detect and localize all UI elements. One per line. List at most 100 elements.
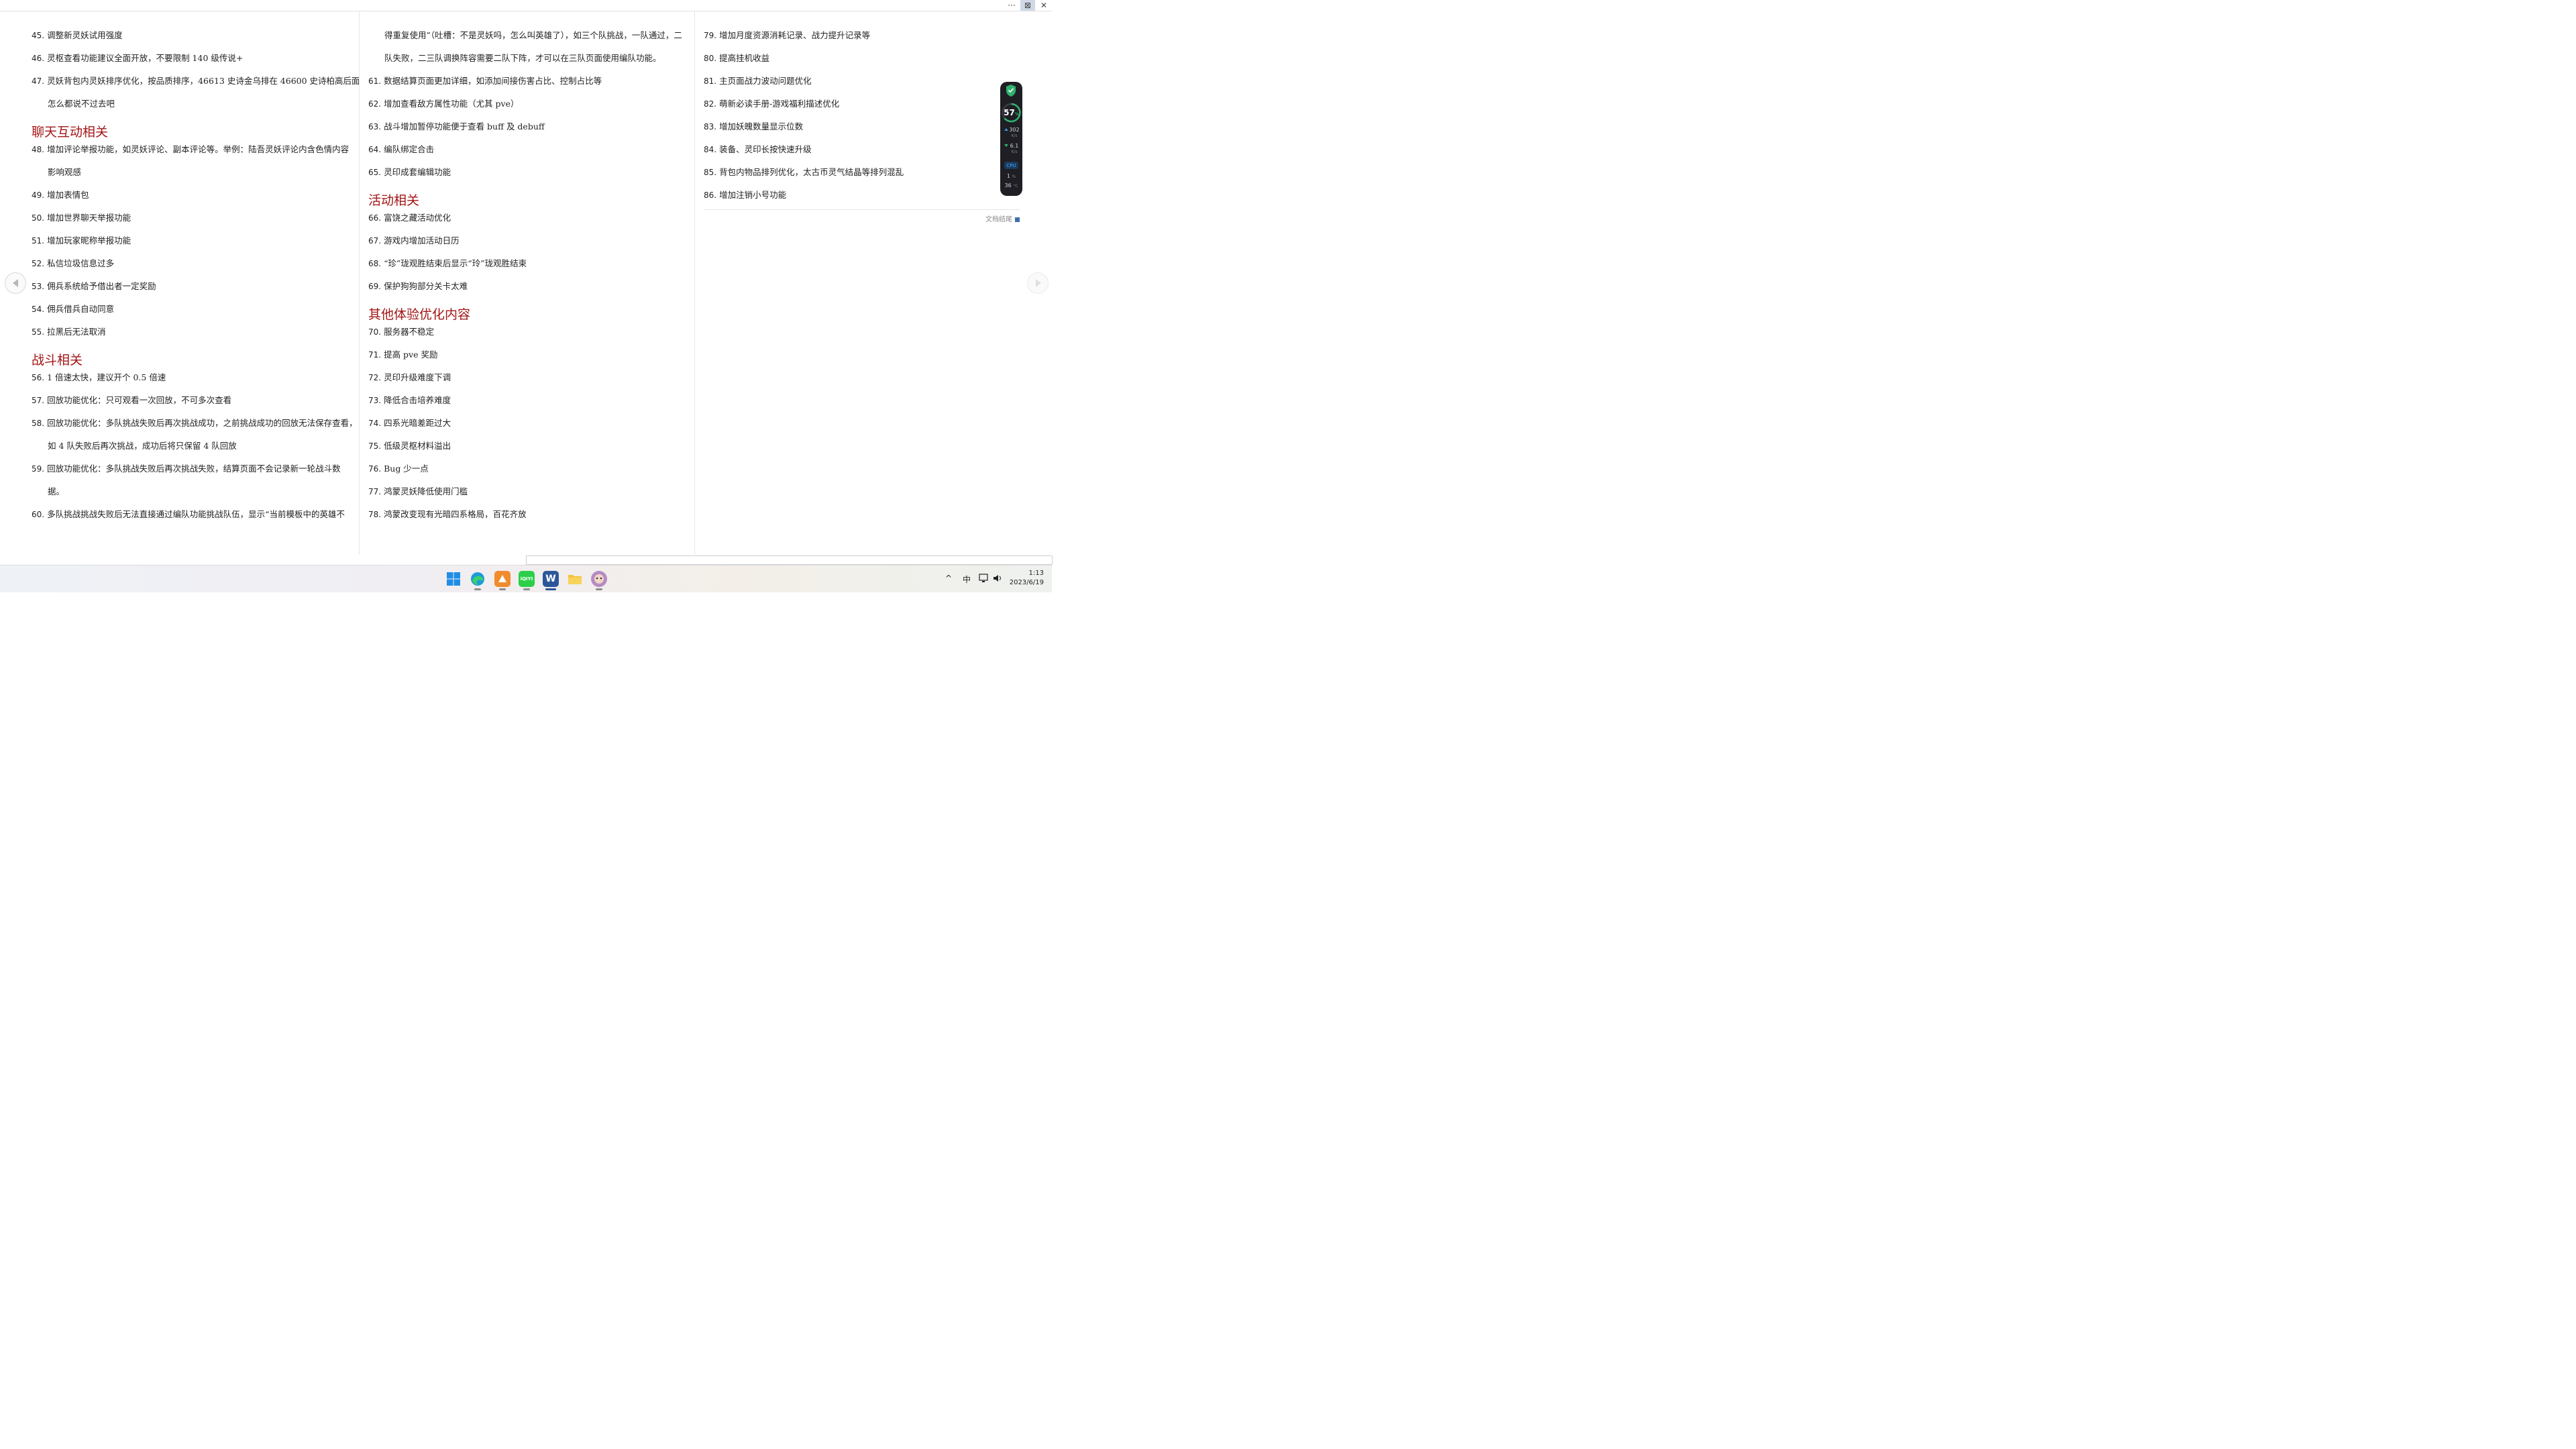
list-item: 86. 增加注销小号功能 [704,188,786,201]
list-item-text: 鸿蒙灵妖降低使用门槛 [384,486,468,496]
right-arrow-icon [1036,279,1041,287]
percent-value: 57 [1004,108,1015,117]
list-item-text: 富饶之藏活动优化 [384,213,451,223]
column-2: 得重复使用”（吐槽：不是灵妖吗，怎么叫英雄了），如三个队挑战，一队通过，二 队失败… [359,11,688,555]
list-item-number: 69. [368,282,382,291]
list-item: 54. 佣兵借兵自动同意 [32,302,114,315]
list-item-text: 鸿蒙改变现有光暗四系格局，百花齐放 [384,509,527,519]
list-item-number: 66. [368,213,382,223]
list-item-text: 回放功能优化：多队挑战失败后再次挑战失败，结算页面不会记录新一轮战斗数 [47,464,341,474]
list-item-number: 54. [32,305,45,314]
list-item-number: 86. [704,191,717,200]
show-hidden-icons-chevron[interactable]: ^ [945,574,952,583]
list-item-number: 78. [368,510,382,519]
percent-unit: % [1014,112,1019,117]
document-end-label: 文档结尾 [985,216,1012,223]
list-item-number: 45. [32,31,45,40]
list-item: 85. 背包内物品排列优化，太古币灵气结晶等排列混乱 [704,165,904,178]
list-item-text: 编队绑定合击 [384,144,435,154]
column-1: 45. 调整新灵妖试用强度 46. 灵枢查看功能建议全面开放，不要限制 140 级… [20,11,360,555]
list-item-number: 53. [32,282,45,291]
list-item: 60. 多队挑战挑战失败后无法直接通过编队功能挑战队伍，显示“当前模板中的英雄不 [32,507,345,520]
list-item: 78. 鸿蒙改变现有光暗四系格局，百花齐放 [368,507,527,520]
list-item-text: 四系光暗差距过大 [384,418,451,428]
list-item-number: 68. [368,259,382,268]
list-item-text: 背包内物品排列优化，太古币灵气结晶等排列混乱 [719,167,904,177]
list-item-text: 回放功能优化：多队挑战失败后再次挑战成功，之前挑战成功的回放无法保存查看， [47,418,358,428]
clock-time[interactable]: 1:13 [1010,570,1044,577]
temp-value: 36 [1004,182,1012,189]
list-item: 72. 灵印升级难度下调 [368,370,451,383]
end-square-icon [1015,217,1020,222]
list-item: 47. 灵妖背包内灵妖排序优化，按品质排序，46613 史诗金乌排在 46600… [32,74,360,87]
list-item-text: 灵枢查看功能建议全面开放，不要限制 140 级传说+ [47,53,244,63]
list-item-text: 数据结算页面更加详细，如添加间接伤害占比、控制占比等 [384,76,602,86]
list-item: 70. 服务器不稳定 [368,325,434,337]
restore-button[interactable]: ⊠ [1020,0,1035,11]
download-unit: K/s [1011,150,1018,154]
file-explorer-icon[interactable] [567,571,583,587]
list-item-number: 63. [368,122,382,131]
column-3: 文档结尾 79. 增加月度资源消耗记录、战力提升记录等 80. 提高挂机收益 81.… [694,11,1024,555]
list-item-text: 增加月度资源消耗记录、战力提升记录等 [719,30,871,40]
word-icon[interactable]: W [543,571,559,587]
list-item: 66. 富饶之藏活动优化 [368,211,451,223]
windows-start-icon[interactable] [445,571,462,587]
list-item: 53. 佣兵系统给予借出者一定奖励 [32,279,156,292]
list-item: 77. 鸿蒙灵妖降低使用门槛 [368,484,468,497]
list-item-number: 50. [32,213,45,223]
list-item: 79. 增加月度资源消耗记录、战力提升记录等 [704,28,870,41]
list-item: 69. 保护狗狗部分关卡太难 [368,279,468,292]
orange-app-icon[interactable] [494,571,511,587]
list-item-number: 56. [32,373,45,382]
input-method-indicator[interactable]: 中 [963,574,971,585]
system-monitor-widget[interactable]: 57% 302 K/s 6.1 K/s CPU 1 % 36 °C [1000,82,1022,196]
list-item-number: 48. [32,145,45,154]
list-item-number: 49. [32,191,45,200]
list-item-number: 51. [32,236,45,246]
download-speed: 6.1 [1010,143,1019,149]
list-item: 52. 私信垃圾信息过多 [32,256,114,269]
list-item: 64. 编队绑定合击 [368,142,434,155]
list-item: 68. “珍”珑观胜结束后显示“玲”珑观胜结束 [368,256,527,269]
close-button[interactable]: ✕ [1036,0,1051,11]
window-title-bar: ··· ⊠ ✕ [0,0,1052,11]
list-item-continuation: 怎么都说不过去吧 [48,99,115,109]
network-icon[interactable] [979,574,989,585]
list-item-continuation: 队失败，二三队调换阵容需要二队下阵，才可以在三队页面使用编队功能。 [384,53,661,63]
previous-page-button[interactable] [5,272,26,294]
list-item-text: 多队挑战挑战失败后无法直接通过编队功能挑战队伍，显示“当前模板中的英雄不 [47,509,345,519]
clock-date[interactable]: 2023/6/19 [1006,579,1044,586]
horizontal-scrollbar[interactable] [526,555,1053,565]
iqiyi-icon[interactable]: iQIYI [519,571,535,587]
list-item: 65. 灵印成套编辑功能 [368,165,451,178]
list-item: 74. 四系光暗差距过大 [368,416,451,429]
list-item-number: 72. [368,373,382,382]
list-item-number: 85. [704,168,717,177]
end-divider [704,209,1020,210]
volume-icon[interactable] [993,574,1004,585]
list-item-text: 增加注销小号功能 [719,190,787,200]
edge-browser-icon[interactable] [470,571,486,587]
list-item-number: 71. [368,350,382,360]
list-item-number: 79. [704,31,717,40]
list-item: 55. 拉黑后无法取消 [32,325,106,337]
list-item-text: 主页面战力波动问题优化 [719,76,812,86]
game-app-icon[interactable] [591,571,607,587]
list-item-text: 灵妖背包内灵妖排序优化，按品质排序，46613 史诗金乌排在 46600 史诗柏… [47,76,360,86]
list-item-continuation: 影响观感 [48,167,82,177]
section-heading: 聊天互动相关 [32,125,109,140]
list-item-number: 77. [368,487,382,496]
list-item-text: 佣兵借兵自动同意 [47,304,115,314]
list-item-number: 83. [704,122,717,131]
list-item: 81. 主页面战力波动问题优化 [704,74,812,87]
temp-unit: °C [1013,184,1018,189]
more-options-button[interactable]: ··· [1004,0,1020,11]
next-page-button[interactable] [1027,272,1049,294]
list-item-number: 59. [32,464,45,474]
list-item-text: 提高 pve 奖励 [384,350,438,360]
list-item-text: Bug 少一点 [384,464,429,474]
taskbar: iQIYI W ^ 中 1:13 2023/6/19 [0,565,1052,592]
list-item-text: 增加评论举报功能，如灵妖评论、副本评论等。举例：陆吾灵妖评论内含色情内容 [47,144,350,154]
list-item-text: 装备、灵印长按快速升级 [719,144,812,154]
